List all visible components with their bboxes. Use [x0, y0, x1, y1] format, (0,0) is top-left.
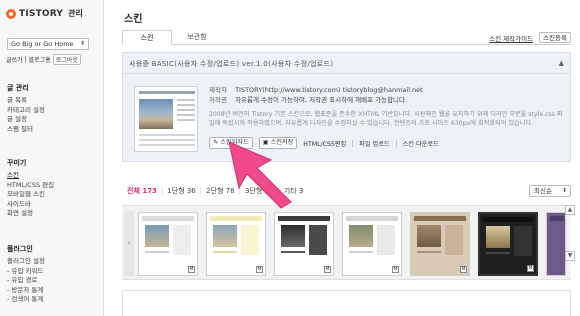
current-skin-title: 사용중 BASIC(사용자 수정/업로드) ver.1.0(사용자 수정/업로드… — [129, 60, 334, 68]
chevron-updown-icon: ⬍ — [79, 40, 85, 47]
mobile-badge-icon: M — [256, 266, 263, 273]
copyright-value: 자유롭게 수정이 가능하며, 저작권 표시하에 재배포 가능합니다. — [235, 95, 408, 104]
skin-thumb-partial[interactable] — [546, 212, 566, 276]
author-key: 제작자 — [209, 86, 227, 94]
mobile-badge-icon: M — [527, 265, 534, 272]
skin-thumb[interactable]: M — [410, 212, 470, 276]
sort-value: 최신순 — [534, 187, 552, 195]
side-section-plugins: 플러그인 플러그인 설정 - 유입 키워드 - 유입 경로 - 방문자 통계 -… — [7, 244, 45, 305]
chevron-down-icon[interactable]: ▼ — [565, 251, 575, 261]
mobile-badge-icon: M — [392, 266, 399, 273]
quick-links: 글쓰기 | 블로그홈 로그아웃 — [6, 54, 81, 65]
filter-all[interactable]: 전체 173 — [127, 186, 157, 196]
mobile-badge-icon: M — [324, 266, 331, 273]
current-skin-panel: 사용중 BASIC(사용자 수정/업로드) ver.1.0(사용자 수정/업로드… — [122, 52, 571, 162]
logo-sub: 관리 — [68, 9, 83, 18]
collapse-up-icon[interactable]: ▲ — [559, 59, 564, 67]
skin-detail-box — [122, 290, 571, 316]
tistory-logo-icon — [6, 8, 16, 19]
chevron-up-icon[interactable]: ▲ — [565, 205, 575, 215]
gallery-side-controls: ▲ ▼ — [565, 205, 575, 280]
logo[interactable]: TISTORY 관리 — [6, 8, 83, 19]
skin-thumb-selected[interactable]: M — [478, 212, 538, 276]
skin-description: 2008년 버전의 Tistory 기본 스킨으로, 웹표준을 준수한 XHTM… — [209, 111, 563, 128]
skin-thumb[interactable]: M — [138, 212, 198, 276]
tabs-right: 스킨 제작가이드 스킨등록 — [489, 32, 571, 43]
main-content: 스킨 스킨 보관함 스킨 제작가이드 스킨등록 사용중 BASIC(사용자 수정… — [105, 0, 580, 316]
gallery-prev-arrow[interactable]: ‹ — [124, 211, 134, 276]
author-row: 제작자 TISTORY(http://www.tistory.com) tist… — [209, 86, 423, 96]
side-section-title: 꾸미기 — [7, 159, 27, 167]
sidebar-item-skin[interactable]: 스킨 — [7, 171, 54, 181]
side-section-posts: 글 관리 글 목록 카테고리 설정 글 설정 스팸 필터 — [7, 83, 45, 134]
side-section-title: 글 관리 — [7, 84, 29, 92]
skin-gallery: ‹ M M M M M M — [122, 205, 571, 280]
sidebar-item-screen-settings[interactable]: 화면 설정 — [7, 209, 54, 219]
skin-download-link[interactable]: 스킨 다운로드 — [403, 139, 439, 148]
sidebar-item-mobile-skin[interactable]: 모바일웹 스킨 — [7, 190, 54, 200]
page-title: 스킨 — [124, 14, 143, 25]
sort-select[interactable]: 최신순 ⬍ — [529, 185, 571, 197]
skin-thumb[interactable]: M — [342, 212, 402, 276]
author-value: TISTORY(http://www.tistory.com) tistoryb… — [235, 86, 423, 94]
mobile-badge-icon: M — [460, 266, 467, 273]
sidebar-item-sidebar[interactable]: 사이드바 — [7, 200, 54, 210]
sidebar-item-search-stats[interactable]: - 검색어 통계 — [7, 295, 45, 305]
sidebar-item-category[interactable]: 카테고리 설정 — [7, 106, 45, 116]
skin-guide-link[interactable]: 스킨 제작가이드 — [489, 33, 533, 43]
skin-preview-thumbnail — [134, 86, 198, 152]
sidebar-item-inbound-path[interactable]: - 유입 경로 — [7, 276, 45, 286]
tabs-bar: 스킨 보관함 스킨 제작가이드 스킨등록 — [122, 30, 571, 45]
sidebar-item-post-settings[interactable]: 글 설정 — [7, 115, 45, 125]
sidebar-item-visitor-stats[interactable]: - 방문자 통계 — [7, 286, 45, 296]
pencil-icon: ✎ — [213, 139, 219, 146]
logout-button[interactable]: 로그아웃 — [52, 54, 81, 65]
sidebar-item-inbound-keywords[interactable]: - 유입 키워드 — [7, 267, 45, 277]
sidebar-item-spam-filter[interactable]: 스팸 필터 — [7, 125, 45, 135]
copyright-row: 저작권 자유롭게 수정이 가능하며, 저작권 표시하에 재배포 가능합니다. — [209, 96, 423, 106]
file-upload-link[interactable]: 파일 업로드 — [359, 139, 389, 148]
side-section-title: 플러그인 — [7, 245, 33, 253]
sidebar-item-post-list[interactable]: 글 목록 — [7, 96, 45, 106]
divider — [123, 73, 570, 74]
chevron-updown-icon: ⬍ — [561, 187, 567, 194]
sidebar-item-html-css[interactable]: HTML/CSS 편집 — [7, 181, 54, 191]
skin-thumb[interactable]: M — [274, 212, 334, 276]
side-section-design: 꾸미기 스킨 HTML/CSS 편집 모바일웹 스킨 사이드바 화면 설정 — [7, 158, 54, 219]
sidebar-item-plugin-settings[interactable]: 플러그인 설정 — [7, 257, 45, 267]
filter-1col[interactable]: 1단형 36 — [167, 186, 195, 196]
html-css-edit-link[interactable]: HTML/CSS편집 — [303, 139, 346, 148]
skin-meta: 제작자 TISTORY(http://www.tistory.com) tist… — [209, 86, 423, 105]
write-link[interactable]: 글쓰기 — [6, 55, 23, 64]
blog-select-value: Go Big or Go Home — [11, 40, 74, 48]
tab-skin[interactable]: 스킨 — [122, 30, 172, 45]
logo-text: TISTORY — [19, 8, 64, 19]
blog-select[interactable]: Go Big or Go Home ⬍ — [7, 38, 89, 50]
sidebar: TISTORY 관리 Go Big or Go Home ⬍ 글쓰기 | 블로그… — [0, 0, 104, 316]
mobile-badge-icon: M — [188, 266, 195, 273]
pointer-arrow-icon — [228, 141, 292, 209]
copyright-key: 저작권 — [209, 95, 227, 104]
skin-register-button[interactable]: 스킨등록 — [539, 32, 571, 43]
blog-home-link[interactable]: 블로그홈 — [29, 55, 51, 64]
skin-thumb[interactable]: M — [206, 212, 266, 276]
tab-archive[interactable]: 보관함 — [174, 30, 220, 45]
